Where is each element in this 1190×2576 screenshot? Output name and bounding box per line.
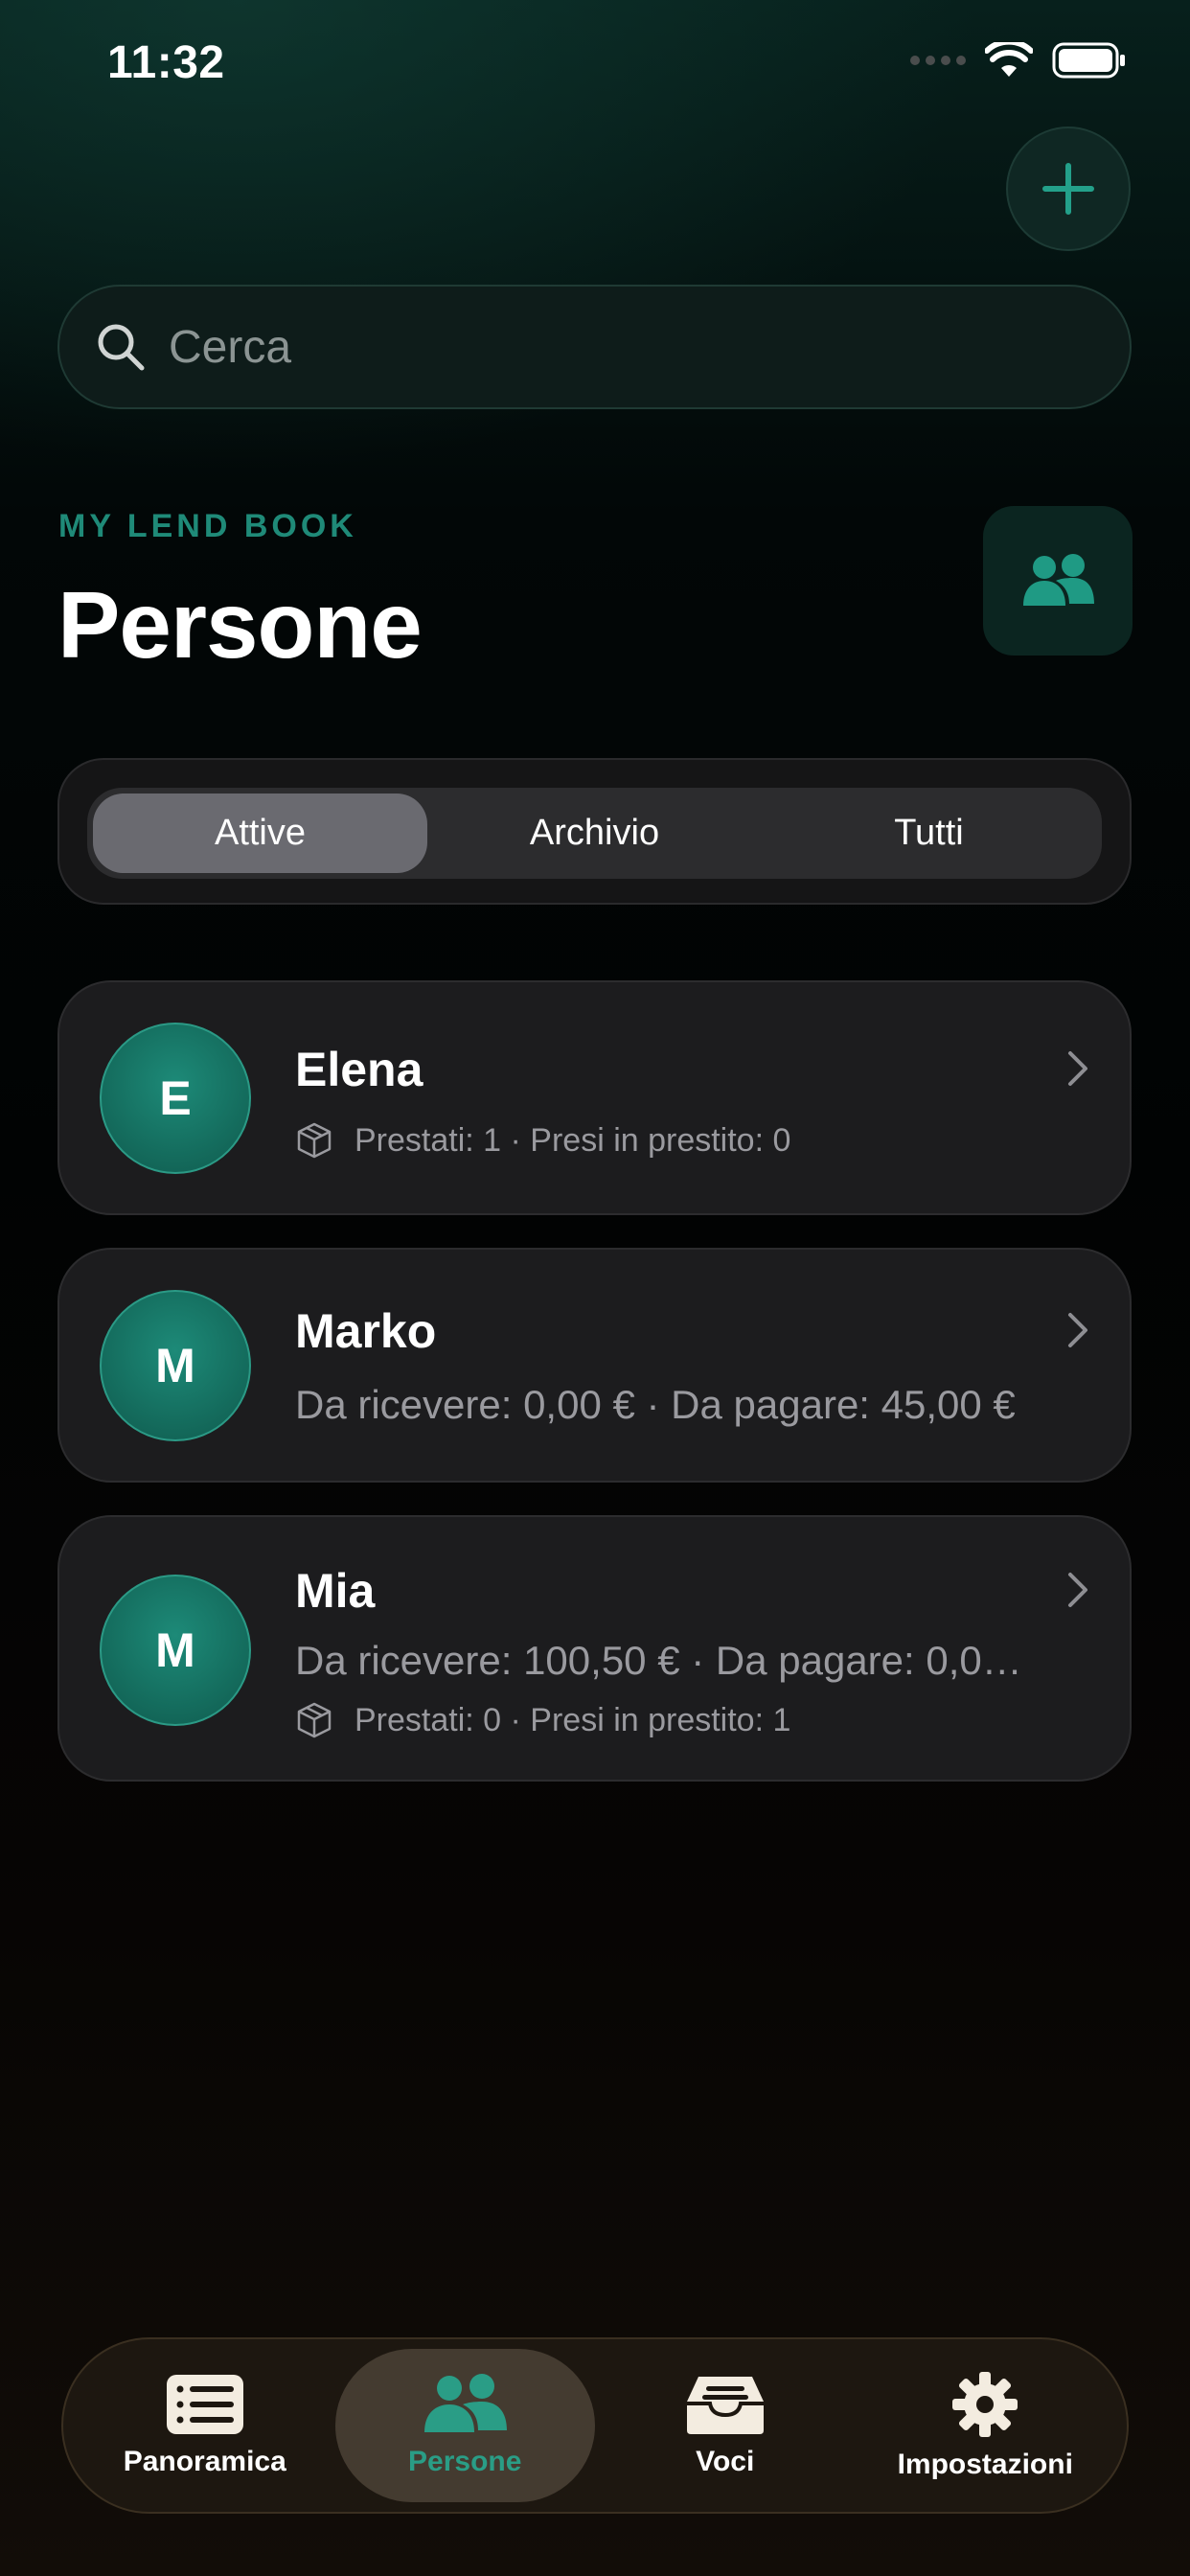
tab-persone[interactable]: Persone	[334, 2349, 595, 2502]
person-name: Marko	[295, 1304, 437, 1358]
tab-label: Impostazioni	[897, 2449, 1073, 2480]
app-kicker: MY LEND BOOK	[58, 508, 357, 544]
filter-segmented-control: Attive Archivio Tutti	[57, 758, 1132, 905]
amounts-summary: Da ricevere: 0,00 € · Da pagare: 45,00 €	[295, 1382, 1016, 1427]
search-bar[interactable]	[57, 285, 1132, 409]
tab-label: Voci	[696, 2446, 755, 2477]
segment-tutti[interactable]: Tutti	[762, 794, 1096, 873]
cellular-signal-icon	[910, 56, 966, 65]
chevron-right-icon	[1068, 1573, 1087, 1607]
avatar: E	[100, 1023, 251, 1174]
tab-bar: Panoramica Persone Voci Impostazioni	[61, 2337, 1129, 2514]
tray-icon	[686, 2377, 764, 2434]
box-icon	[297, 1702, 332, 1738]
person-card-marko[interactable]: M Marko Da ricevere: 0,00 € · Da pagare:…	[57, 1248, 1132, 1483]
avatar: M	[100, 1290, 251, 1441]
chevron-right-icon	[1068, 1313, 1087, 1347]
person-card-mia[interactable]: M Mia Da ricevere: 100,50 € · Da pagare:…	[57, 1515, 1132, 1782]
people-icon	[1023, 554, 1094, 606]
segment-attive[interactable]: Attive	[93, 794, 427, 873]
person-name: Mia	[295, 1564, 376, 1618]
tab-label: Persone	[408, 2446, 522, 2477]
tab-label: Panoramica	[123, 2446, 286, 2477]
items-text: Prestati: 1 · Presi in prestito: 0	[355, 1121, 791, 1159]
person-card-elena[interactable]: E Elena Prestati: 1 · Presi in prestito:…	[57, 980, 1132, 1215]
people-icon	[424, 2374, 508, 2432]
person-name: Elena	[295, 1043, 423, 1096]
list-icon	[166, 2375, 243, 2434]
wifi-icon	[985, 42, 1033, 77]
segment-archivio[interactable]: Archivio	[427, 794, 762, 873]
status-time: 11:32	[107, 37, 225, 88]
search-input[interactable]	[169, 320, 1031, 374]
items-summary: Prestati: 1 · Presi in prestito: 0	[295, 1121, 790, 1160]
page-title: Persone	[57, 572, 423, 678]
chevron-right-icon	[1068, 1051, 1087, 1086]
status-icons	[910, 42, 1127, 79]
items-text: Prestati: 0 · Presi in prestito: 1	[355, 1701, 791, 1738]
items-summary: Prestati: 0 · Presi in prestito: 1	[295, 1701, 790, 1739]
people-badge	[983, 506, 1133, 656]
amounts-summary: Da ricevere: 100,50 € · Da pagare: 0,0…	[295, 1638, 1022, 1683]
avatar: M	[100, 1575, 251, 1726]
plus-icon	[1042, 163, 1094, 215]
gear-icon	[952, 2372, 1018, 2437]
add-button[interactable]	[1006, 126, 1131, 251]
tab-impostazioni[interactable]: Impostazioni	[856, 2349, 1116, 2502]
tab-voci[interactable]: Voci	[595, 2349, 856, 2502]
box-icon	[297, 1122, 332, 1159]
tab-panoramica[interactable]: Panoramica	[75, 2349, 335, 2502]
battery-icon	[1052, 42, 1125, 79]
search-icon	[98, 324, 145, 371]
